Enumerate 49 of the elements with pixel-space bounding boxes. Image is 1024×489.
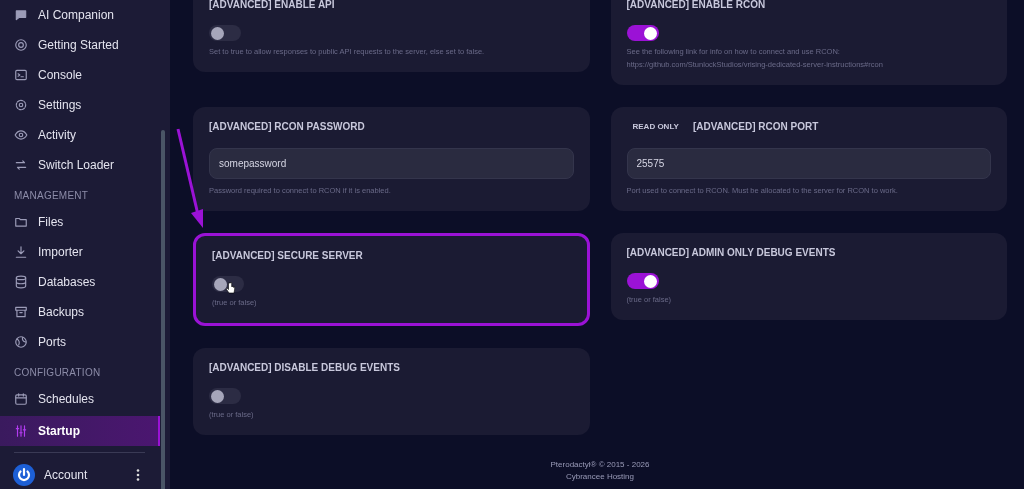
sidebar-item[interactable]: Switch Loader [0, 150, 160, 180]
variable-title: [ADVANCED] ENABLE API [209, 0, 335, 11]
eye-icon [14, 128, 28, 142]
variable-title: [ADVANCED] RCON PORT [692, 121, 819, 133]
sidebar-item[interactable]: Databases [0, 267, 160, 297]
toggle-switch[interactable] [626, 273, 659, 289]
calendar-icon [14, 392, 28, 406]
sidebar-item[interactable]: Importer [0, 237, 160, 267]
hand-cursor-icon [226, 282, 235, 294]
variable-title: [ADVANCED] DISABLE DEBUG EVENTS [209, 362, 400, 374]
scrollbar[interactable] [161, 130, 165, 489]
variable-title: [ADVANCED] ENABLE RCON [626, 0, 766, 11]
folder-icon [14, 215, 28, 229]
sidebar-item[interactable]: Settings [0, 90, 160, 120]
toggle-switch[interactable] [209, 25, 241, 41]
toggle-switch[interactable] [209, 388, 241, 404]
sidebar-item[interactable]: Activity [0, 120, 160, 150]
footer-text: Pterodactyl® © 2015 - 2026 [550, 459, 650, 471]
read-only-label: READ ONLY [631, 121, 680, 133]
chat-bubble-icon [14, 8, 28, 22]
variable-title: [ADVANCED] ADMIN ONLY DEBUG EVENTS [626, 247, 836, 259]
variable-title: [ADVANCED] SECURE SERVER [212, 250, 363, 262]
sidebar-item[interactable]: Console [0, 60, 160, 90]
more-icon[interactable] [136, 469, 140, 481]
settings-icon [14, 98, 28, 112]
database-icon [14, 275, 28, 289]
section-heading: MANAGEMENT [14, 189, 89, 203]
swap-arrows-icon [14, 158, 28, 172]
variable-title: [ADVANCED] RCON PASSWORD [209, 121, 365, 133]
footer-text: Cybrancee Hosting [565, 471, 634, 483]
sidebar-item[interactable]: Schedules [0, 384, 160, 414]
text-field[interactable]: somepassword [209, 148, 574, 179]
section-heading: CONFIGURATION [14, 366, 101, 380]
sidebar-item[interactable]: AI Companion [0, 0, 160, 30]
sidebar-item[interactable]: Getting Started [0, 30, 160, 60]
sliders-icon [14, 424, 28, 438]
sidebar-item[interactable]: Ports [0, 327, 160, 357]
text-field[interactable]: 25575 [626, 148, 991, 179]
lifebuoy-icon [14, 38, 28, 52]
account-link[interactable]: Account [44, 466, 127, 484]
download-icon [14, 245, 28, 259]
sidebar-item[interactable]: Files [0, 207, 160, 237]
terminal-icon [14, 68, 28, 82]
archive-icon [14, 305, 28, 319]
toggle-switch[interactable] [626, 25, 659, 41]
sidebar-item[interactable]: Startup [0, 416, 160, 446]
sidebar-item[interactable]: Backups [0, 297, 160, 327]
avatar-icon [13, 464, 35, 486]
globe-icon [14, 335, 28, 349]
